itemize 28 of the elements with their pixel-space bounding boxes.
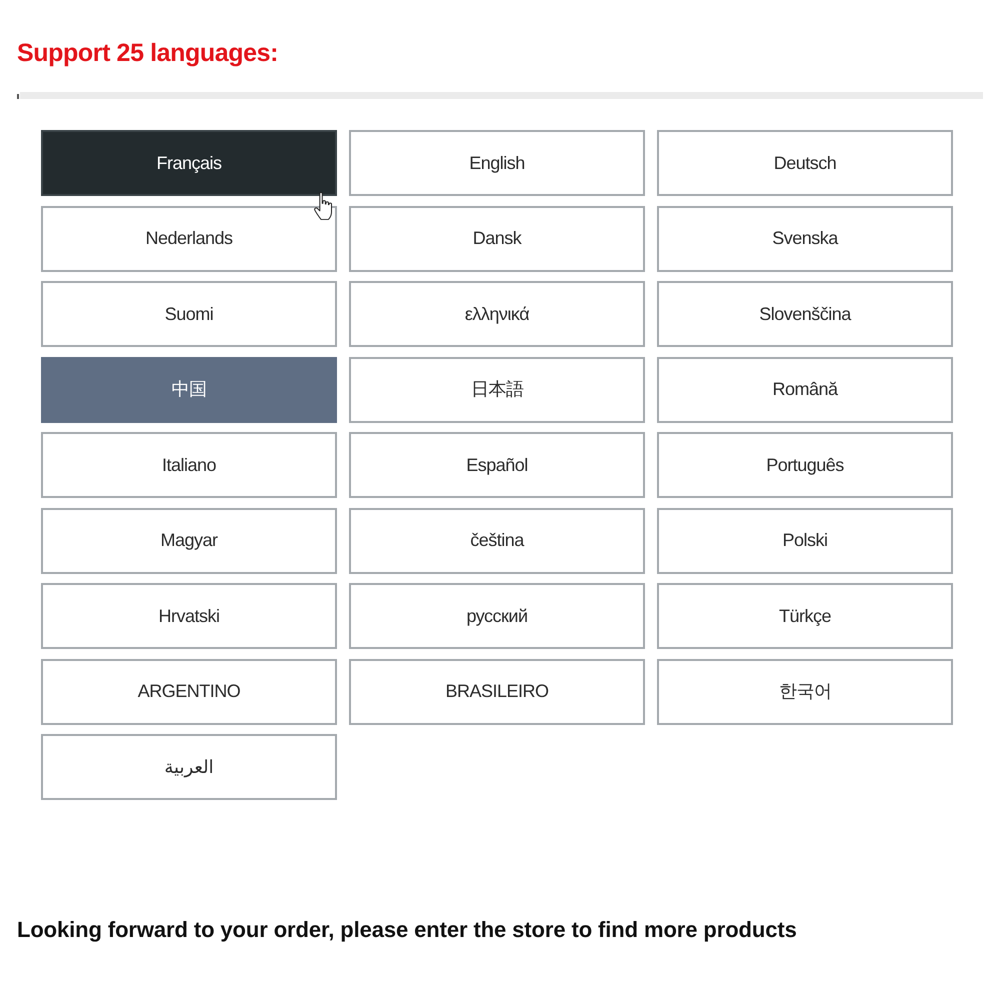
language-button[interactable]: 한국어 bbox=[657, 658, 953, 724]
language-button[interactable]: Nederlands bbox=[41, 206, 337, 272]
language-button[interactable]: English bbox=[349, 130, 645, 196]
language-button[interactable]: čeština bbox=[349, 508, 645, 574]
language-button[interactable]: Magyar bbox=[41, 508, 337, 574]
language-button[interactable]: Português bbox=[657, 432, 953, 498]
language-button[interactable]: русский bbox=[349, 583, 645, 649]
language-button[interactable]: Italiano bbox=[41, 432, 337, 498]
language-button[interactable]: Dansk bbox=[349, 206, 645, 272]
language-button[interactable]: Slovenščina bbox=[657, 281, 953, 347]
language-button[interactable]: 日本語 bbox=[349, 356, 645, 422]
language-button[interactable]: Română bbox=[657, 356, 953, 422]
language-button[interactable]: ARGENTINO bbox=[41, 658, 337, 724]
footer-message: Looking forward to your order, please enter the store to find more products bbox=[17, 916, 797, 944]
language-button[interactable]: Suomi bbox=[41, 281, 337, 347]
language-button[interactable]: Türkçe bbox=[657, 583, 953, 649]
language-button[interactable]: 中国 bbox=[41, 356, 337, 422]
language-button[interactable]: Hrvatski bbox=[41, 583, 337, 649]
language-button[interactable]: Español bbox=[349, 432, 645, 498]
language-button[interactable]: BRASILEIRO bbox=[349, 658, 645, 724]
language-button[interactable]: ελληνικά bbox=[349, 281, 645, 347]
language-button[interactable]: العربية bbox=[41, 734, 337, 800]
language-button[interactable]: Deutsch bbox=[657, 130, 953, 196]
hand-cursor-icon bbox=[314, 192, 332, 220]
page-heading: Support 25 languages: bbox=[17, 38, 278, 68]
language-button[interactable]: Svenska bbox=[657, 206, 953, 272]
language-button[interactable]: Polski bbox=[657, 508, 953, 574]
language-button[interactable]: Français bbox=[41, 130, 337, 196]
